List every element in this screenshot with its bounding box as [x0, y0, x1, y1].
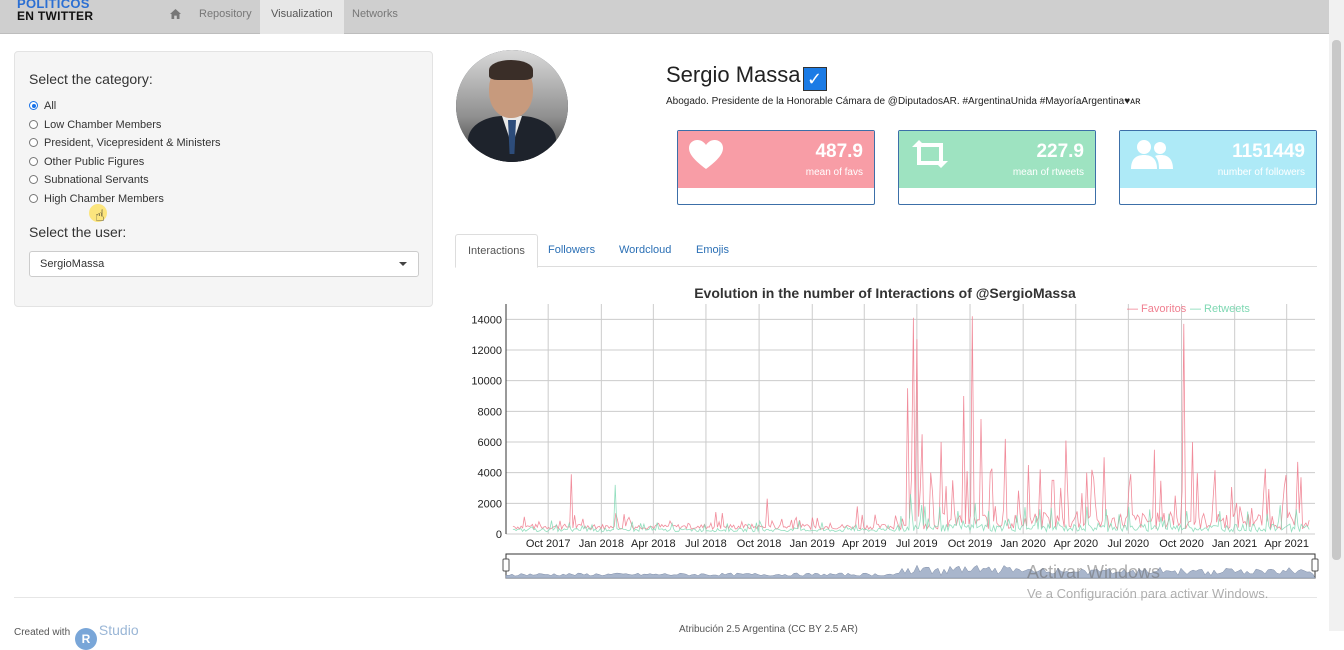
stat-box-favs: 487.9 mean of favs	[677, 130, 875, 205]
radio-button[interactable]	[29, 119, 38, 129]
user-select-value: SergioMassa	[40, 258, 105, 270]
stat-value-followers: 1151449	[1232, 141, 1305, 162]
x-tick-label: Apr 2018	[631, 538, 676, 550]
users-icon	[1131, 140, 1173, 169]
x-tick-label: Apr 2021	[1264, 538, 1309, 550]
radio-button[interactable]	[29, 156, 38, 166]
avatar	[456, 50, 568, 162]
stat-label-followers: number of followers	[1217, 167, 1305, 178]
y-tick-label: 10000	[471, 376, 502, 388]
range-handle-right	[1311, 558, 1319, 572]
footer-credit: Created with RStudio	[14, 622, 139, 650]
stat-label-favs: mean of favs	[805, 167, 863, 178]
watermark-line1: Activar Windows	[1027, 562, 1161, 582]
category-option[interactable]: Other Public Figures	[29, 155, 144, 169]
category-label: High Chamber Members	[44, 193, 164, 205]
nav-networks[interactable]: Networks	[341, 0, 409, 34]
y-tick-label: 4000	[478, 468, 502, 480]
x-tick-label: Oct 2019	[948, 538, 993, 550]
studio-text: Studio	[98, 622, 139, 638]
x-tick-label: Jul 2020	[1108, 538, 1150, 550]
y-tick-label: 12000	[471, 345, 502, 357]
scrollbar-thumb[interactable]	[1332, 40, 1341, 560]
category-option[interactable]: Subnational Servants	[29, 173, 149, 187]
y-tick-label: 14000	[471, 314, 502, 326]
legend-retweets: — Retweets	[1190, 303, 1250, 315]
category-option[interactable]: All	[29, 99, 56, 113]
y-tick-label: 8000	[478, 406, 502, 418]
y-tick-label: 2000	[478, 498, 502, 510]
x-tick-label: Jul 2018	[685, 538, 727, 550]
profile-name-text: Sergio Massa	[666, 62, 801, 87]
x-tick-label: Oct 2018	[737, 538, 782, 550]
stat-box-rtweets: 227.9 mean of rtweets	[898, 130, 1096, 205]
windows-activation-watermark: Activar Windows Ve a Configuración para …	[1027, 562, 1268, 601]
category-label: President, Vicepresident & Ministers	[44, 137, 221, 150]
created-with-text: Created with	[14, 627, 71, 638]
x-tick-label: Apr 2020	[1053, 538, 1098, 550]
top-navbar: POLITICOS EN TWITTER Repository Visualiz…	[0, 0, 1329, 34]
rstudio-logo-icon[interactable]: R	[74, 628, 97, 650]
nav-visualization[interactable]: Visualization	[260, 0, 344, 34]
user-select[interactable]: SergioMassa	[29, 251, 419, 277]
tab-bar: Interactions Followers Wordcloud Emojis	[455, 234, 1317, 268]
stat-value-favs: 487.9	[815, 141, 863, 162]
category-option[interactable]: Low Chamber Members	[29, 118, 161, 132]
stat-label-rtweets: mean of rtweets	[1012, 167, 1084, 178]
category-label: Low Chamber Members	[44, 118, 162, 131]
nav-repository[interactable]: Repository	[188, 0, 263, 34]
heart-icon	[689, 140, 723, 169]
home-icon	[170, 9, 181, 19]
stat-value-rtweets: 227.9	[1036, 141, 1084, 162]
filter-panel: Select the category: All Low Chamber Memb…	[14, 51, 433, 307]
brand-line2: EN TWITTER	[17, 9, 94, 23]
profile-name: Sergio Massa ✓	[666, 62, 827, 91]
tab-emojis[interactable]: Emojis	[684, 234, 741, 267]
interactions-chart[interactable]: 0 2000 4000 6000 8000 10000 12000 14000 Oct 2017…	[455, 296, 1325, 586]
category-option[interactable]: President, Vicepresident & Ministers	[29, 136, 221, 150]
legend-favoritos: — Favoritos	[1127, 303, 1187, 315]
x-tick-label: Jan 2019	[790, 538, 835, 550]
y-tick-label: 6000	[478, 437, 502, 449]
category-heading: Select the category:	[29, 71, 153, 87]
brand-logo[interactable]: POLITICOS EN TWITTER	[17, 0, 93, 22]
x-tick-label: Jan 2020	[1001, 538, 1046, 550]
range-handle-left	[502, 558, 510, 572]
page-scrollbar[interactable]	[1329, 0, 1344, 631]
x-tick-label: Jan 2018	[579, 538, 624, 550]
chevron-down-icon	[399, 262, 407, 266]
category-label: Other Public Figures	[44, 155, 145, 168]
category-label: Subnational Servants	[44, 174, 149, 187]
stat-box-followers: 1151449 number of followers	[1119, 130, 1317, 205]
radio-button[interactable]	[29, 138, 38, 148]
license-text[interactable]: Atribución 2.5 Argentina (CC BY 2.5 AR)	[679, 624, 858, 635]
x-tick-label: Apr 2019	[842, 538, 887, 550]
profile-bio: Abogado. Presidente de la Honorable Cáma…	[666, 96, 1141, 107]
watermark-line2: Ve a Configuración para activar Windows.	[1027, 586, 1269, 601]
x-tick-label: Jan 2021	[1212, 538, 1257, 550]
radio-button[interactable]	[29, 194, 38, 203]
user-heading: Select the user:	[29, 224, 127, 240]
x-tick-label: Jul 2019	[896, 538, 938, 550]
hand-cursor-icon: ☝	[95, 208, 105, 225]
x-tick-label: Oct 2017	[526, 538, 571, 550]
y-tick-label: 0	[496, 529, 502, 541]
retweet-icon	[912, 140, 948, 168]
radio-button[interactable]	[29, 175, 38, 185]
radio-button[interactable]	[29, 101, 38, 110]
tab-wordcloud[interactable]: Wordcloud	[607, 234, 683, 267]
tab-interactions[interactable]: Interactions	[455, 234, 538, 268]
category-label: All	[44, 100, 57, 112]
x-tick-label: Oct 2020	[1159, 538, 1204, 550]
tab-followers[interactable]: Followers	[536, 234, 607, 267]
verified-icon: ✓	[802, 67, 827, 91]
